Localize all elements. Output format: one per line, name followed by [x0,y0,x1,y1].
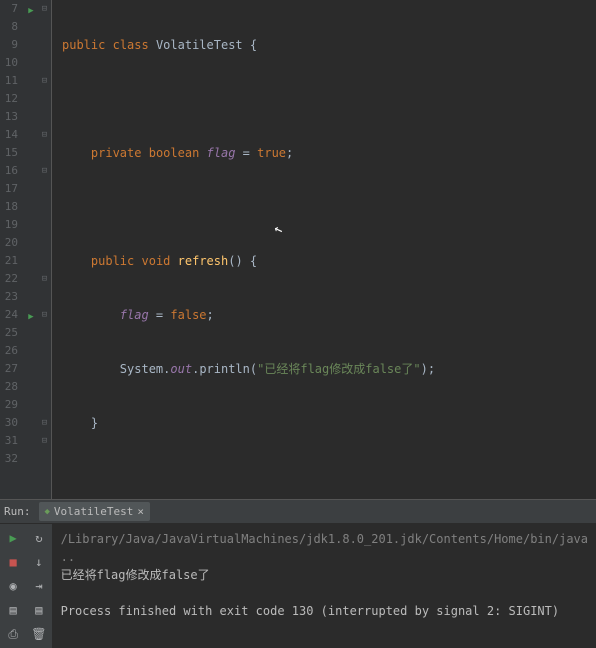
code-content[interactable]: public class VolatileTest { private bool… [52,0,596,499]
fold-icon[interactable]: ⊟ [38,306,51,324]
tab-class-icon: ◆ [45,507,50,517]
run-icon[interactable]: ▶ [5,530,21,546]
print-icon[interactable]: ⎙ [5,626,21,642]
fold-icon[interactable]: ⊟ [38,0,51,18]
stop-icon[interactable]: ■ [5,554,21,570]
run-toolbar-secondary: ↻ ↓ ⇥ ▤ 🗑 [26,524,52,648]
run-class-icon[interactable]: ▶ [28,6,33,16]
wrap-icon[interactable]: ⇥ [31,578,47,594]
layout-icon[interactable]: ▤ [5,602,21,618]
fold-icon[interactable]: ⊟ [38,414,51,432]
fold-icon[interactable]: ⊟ [38,270,51,288]
console-exit-line: Process finished with exit code 130 (int… [61,604,560,618]
line-number-gutter: 7 8 9 10 11 12 13 14 15 16 17 18 19 20 2… [0,0,24,499]
close-tab-icon[interactable]: × [137,505,144,518]
console-line: 已经将flag修改成false了 [61,568,210,582]
mouse-cursor-icon: ↖ [271,219,285,239]
fold-icon[interactable]: ⊟ [38,162,51,180]
gutter-markers: ▶ ▶ [24,0,38,499]
fold-gutter: ⊟ ⊟ ⊟ ⊟ ⊟ ⊟ ⊟ ⊟ [38,0,52,499]
trash-icon[interactable]: 🗑 [31,626,47,642]
run-main-icon[interactable]: ▶ [28,312,33,322]
code-editor[interactable]: 7 8 9 10 11 12 13 14 15 16 17 18 19 20 2… [0,0,596,499]
scroll-down-icon[interactable]: ↓ [31,554,47,570]
run-tab-name: VolatileTest [54,505,133,518]
fold-icon[interactable]: ⊟ [38,432,51,450]
fold-icon[interactable]: ⊟ [38,72,51,90]
fold-icon[interactable]: ⊟ [38,126,51,144]
rerun-icon[interactable]: ↻ [31,530,47,546]
run-panel-label: Run: [4,505,31,518]
camera-icon[interactable]: ◉ [5,578,21,594]
console-command: /Library/Java/JavaVirtualMachines/jdk1.8… [61,532,596,564]
run-toolbar-left: ▶ ■ ◉ ▤ ⎙ [0,524,26,648]
run-header: Run: ◆ VolatileTest × [0,500,596,524]
console-output[interactable]: /Library/Java/JavaVirtualMachines/jdk1.8… [53,524,596,648]
run-tool-window: Run: ◆ VolatileTest × ▶ ■ ◉ ▤ ⎙ ↻ ↓ ⇥ ▤ … [0,499,596,648]
layout-icon[interactable]: ▤ [31,602,47,618]
run-tab[interactable]: ◆ VolatileTest × [39,502,151,521]
